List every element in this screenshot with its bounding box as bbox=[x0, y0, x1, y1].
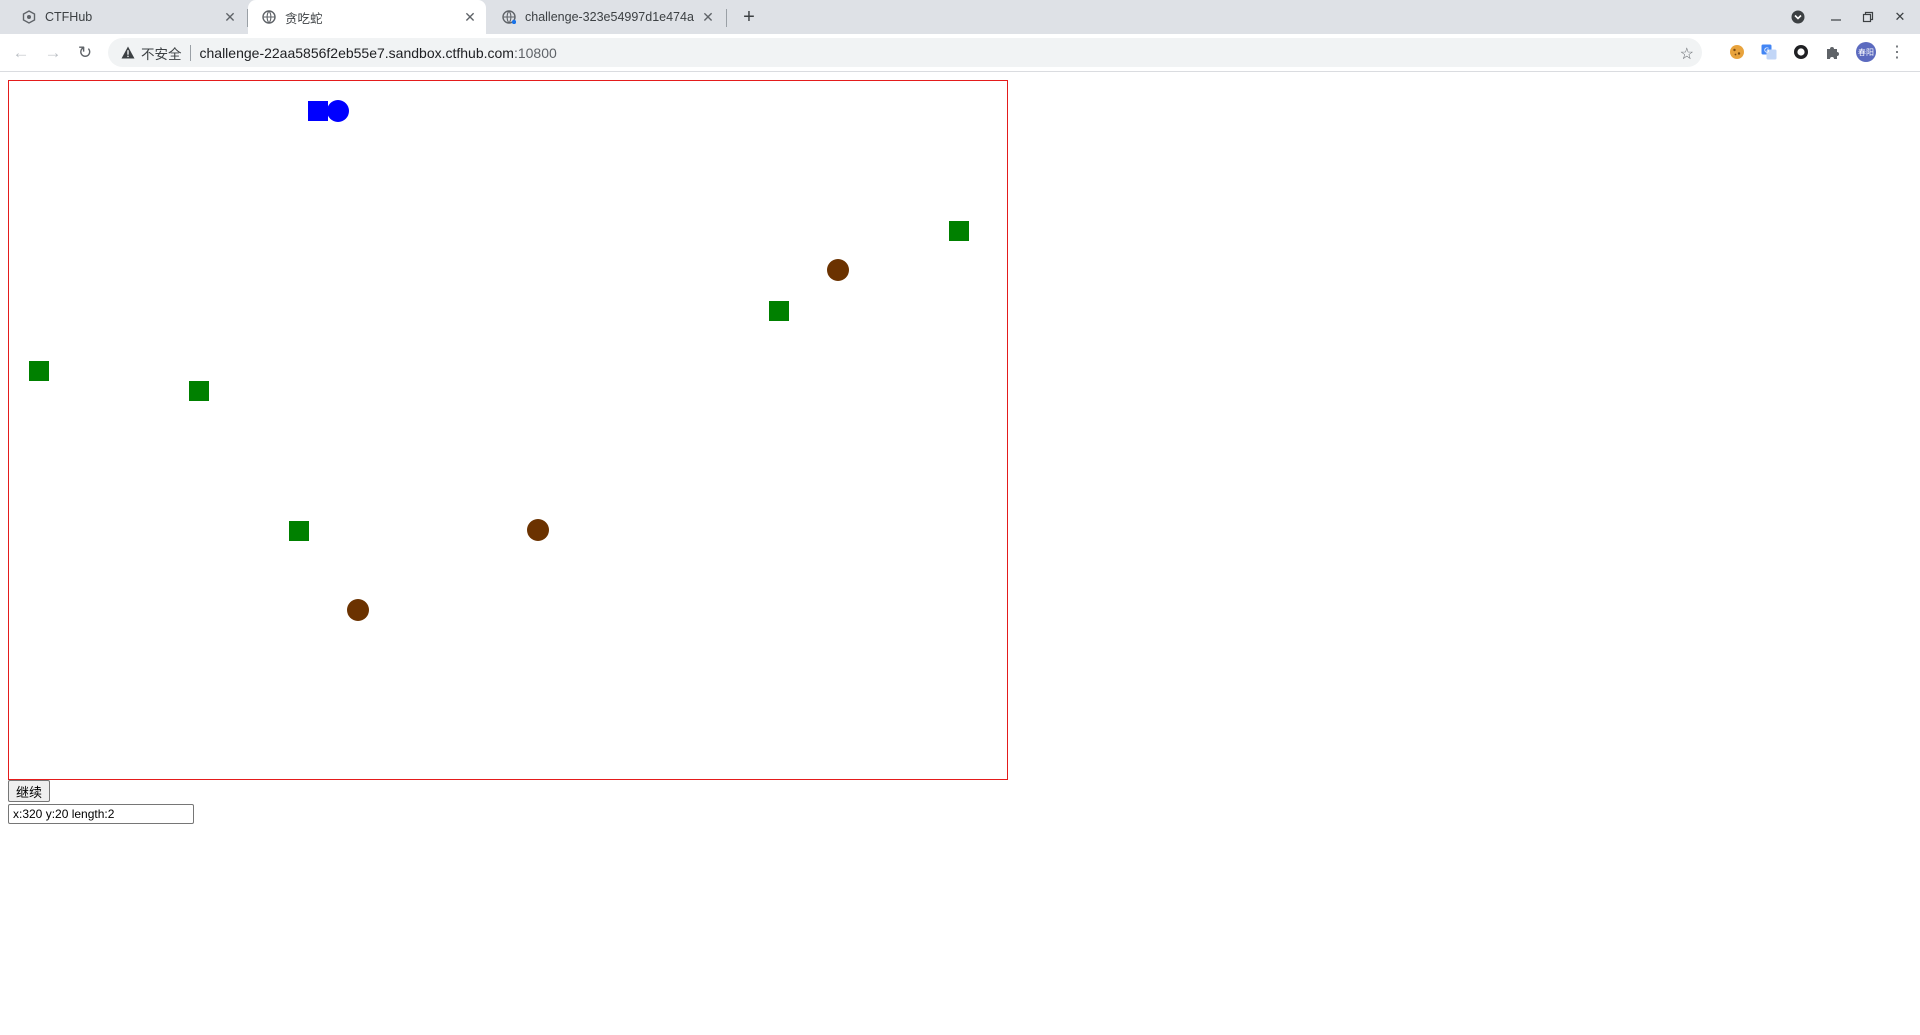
minimize-icon[interactable] bbox=[1826, 7, 1846, 27]
circle-extension-icon[interactable] bbox=[1792, 43, 1810, 61]
snake-game-canvas[interactable] bbox=[8, 80, 1008, 780]
close-window-icon[interactable]: ✕ bbox=[1890, 7, 1910, 27]
snake-body-segment bbox=[308, 101, 328, 121]
tab-snake-game[interactable]: 贪吃蛇 ✕ bbox=[248, 0, 486, 34]
security-label[interactable]: 不安全 bbox=[141, 43, 182, 63]
cookie-extension-icon[interactable] bbox=[1728, 43, 1746, 61]
tab-title: CTFHub bbox=[45, 10, 93, 24]
browser-toolbar: ← → ↻ 不安全 challenge-22aa5856f2eb55e7.san… bbox=[0, 34, 1920, 72]
tab-divider bbox=[726, 9, 727, 27]
new-tab-button[interactable]: + bbox=[738, 6, 760, 28]
tab-title: 贪吃蛇 bbox=[285, 11, 323, 26]
tab-ctfhub[interactable]: CTFHub ✕ bbox=[8, 0, 246, 34]
food-pellet bbox=[527, 519, 549, 541]
wall-block bbox=[769, 301, 789, 321]
forward-button[interactable]: → bbox=[40, 40, 66, 66]
svg-text:G: G bbox=[1764, 47, 1769, 55]
position-status-field[interactable]: x:320 y:20 length:2 bbox=[8, 804, 194, 824]
wall-block bbox=[949, 221, 969, 241]
warning-triangle-icon[interactable] bbox=[120, 45, 136, 61]
snake-head bbox=[327, 100, 349, 122]
address-divider bbox=[189, 44, 191, 61]
url-port: :10800 bbox=[513, 44, 557, 61]
url-text[interactable]: challenge-22aa5856f2eb55e7.sandbox.ctfhu… bbox=[200, 45, 557, 61]
tab-close-icon[interactable]: ✕ bbox=[462, 9, 478, 25]
food-pellet bbox=[347, 599, 369, 621]
tab-close-icon[interactable]: ✕ bbox=[700, 9, 716, 25]
tab-search-icon[interactable] bbox=[1788, 7, 1808, 27]
game-board bbox=[29, 100, 969, 621]
ctfhub-logo-icon bbox=[22, 10, 36, 24]
back-button[interactable]: ← bbox=[8, 40, 34, 66]
wall-block bbox=[189, 381, 209, 401]
url-host: challenge-22aa5856f2eb55e7.sandbox.ctfhu… bbox=[199, 44, 514, 61]
bookmark-star-icon[interactable]: ☆ bbox=[1680, 44, 1694, 64]
wall-block bbox=[289, 521, 309, 541]
tab-close-icon[interactable]: ✕ bbox=[222, 9, 238, 25]
wall-block bbox=[29, 361, 49, 381]
continue-button[interactable]: 继续 bbox=[8, 780, 51, 802]
translate-extension-icon[interactable]: G bbox=[1760, 43, 1778, 61]
reload-button[interactable]: ↻ bbox=[72, 40, 98, 66]
tab-challenge[interactable]: challenge-323e54997d1e474a ✕ bbox=[488, 0, 724, 34]
globe-loading-icon bbox=[502, 10, 516, 24]
browser-menu-icon[interactable]: ⋮ bbox=[1888, 43, 1906, 61]
tab-title: challenge-323e54997d1e474a bbox=[525, 10, 694, 24]
address-bar[interactable]: 不安全 challenge-22aa5856f2eb55e7.sandbox.c… bbox=[108, 38, 1702, 67]
extensions-puzzle-icon[interactable] bbox=[1824, 43, 1842, 61]
tab-strip: CTFHub ✕ 贪吃蛇 ✕ challenge-323e54997d1e474… bbox=[0, 0, 1920, 34]
profile-avatar[interactable]: 春阳 bbox=[1856, 42, 1876, 62]
globe-icon bbox=[262, 10, 276, 24]
food-pellet bbox=[827, 259, 849, 281]
restore-icon[interactable] bbox=[1858, 7, 1878, 27]
